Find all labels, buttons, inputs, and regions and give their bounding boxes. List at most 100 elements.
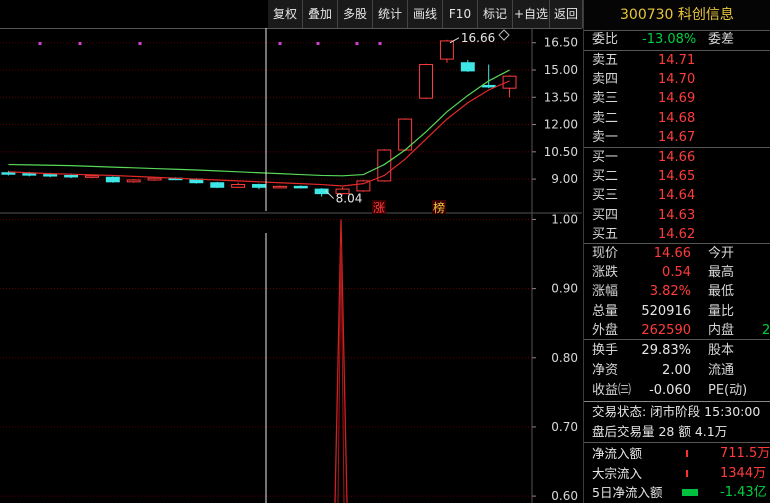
ask-level-row: 卖一 14.67 (584, 128, 770, 147)
stat-label: 净资 (592, 362, 619, 378)
stat-value: 14.66 (653, 246, 691, 261)
price-tick-label: 16.50 (544, 36, 578, 50)
bid-level-label: 买三 (592, 188, 619, 204)
high-price-label: 16.66 (461, 31, 495, 45)
bid-level-label: 买二 (592, 169, 619, 185)
candle (126, 179, 141, 183)
bid-level-price: 14.63 (658, 207, 696, 223)
bid-level-price: 14.65 (658, 169, 696, 185)
ask-level-row: 卖二 14.68 (584, 109, 770, 128)
bid-level-row: 买二 14.65 (584, 167, 770, 186)
mark-button[interactable]: 标记 (478, 0, 513, 28)
stat-label: 现价 (592, 246, 619, 261)
signal-dot (278, 42, 282, 45)
stat-label: 涨跌 (592, 265, 619, 281)
ma-line-red (8, 80, 510, 187)
candle (377, 149, 392, 182)
candle (210, 182, 225, 188)
ask-level-price: 14.70 (658, 72, 696, 88)
fund-flow-label: 净流入额 (592, 446, 643, 461)
kline-chart[interactable]: 16.66 8.04 涨 榜 16.50 15.00 13.50 12.00 10.50 9.0… (0, 28, 582, 503)
candle (147, 177, 162, 181)
candlestick-chart: 16.66 8.04 涨 榜 (1, 28, 517, 503)
event-marker[interactable]: 涨 (373, 200, 385, 215)
ask-level-price: 14.69 (658, 91, 696, 107)
stock-title: 300730 科创信息 (584, 0, 770, 30)
ask-level-price: 14.68 (658, 110, 696, 126)
fund-flow-bar (682, 489, 698, 497)
back-button[interactable]: 返回 (550, 0, 583, 28)
stat-value: 520916 (641, 303, 691, 319)
fuquan-button[interactable]: 复权 (268, 0, 303, 28)
ask-level-label: 卖四 (592, 72, 619, 88)
weibi-row: 委比 -13.08% 委差 (584, 30, 770, 49)
add-watchlist-button[interactable]: +自选 (513, 0, 550, 28)
statistics-button[interactable]: 统计 (373, 0, 408, 28)
stat-row: 总量 520916 量比 (584, 302, 770, 321)
stat-value: 3.82% (649, 284, 691, 300)
candle (84, 175, 99, 178)
candle (439, 40, 454, 60)
diamond-icon[interactable] (498, 29, 510, 41)
candle (272, 185, 287, 189)
multi-stock-button[interactable]: 多股 (338, 0, 373, 28)
stat-row: 换手 29.83% 股本 (584, 341, 770, 360)
indicator-tick-label: 0.60 (551, 489, 578, 503)
stat-row: 现价 14.66 今开 (584, 244, 770, 263)
indicator-line (337, 244, 345, 503)
ask-level-label: 卖二 (592, 110, 619, 126)
fund-flow-row: 净流入额 711.5万 (584, 444, 770, 463)
stat-row: 净资 2.00 流通 (584, 361, 770, 380)
candle (64, 174, 79, 178)
candle (105, 176, 120, 183)
stat-label-secondary: 股本 (708, 343, 735, 358)
price-tick-label: 15.00 (544, 63, 578, 77)
ask-level-label: 卖五 (592, 53, 619, 68)
stat-value: 29.83% (641, 343, 691, 358)
signal-dot (38, 42, 42, 45)
low-price-label: 8.04 (336, 192, 363, 206)
signal-dot (78, 42, 82, 45)
ask-level-label: 卖一 (592, 129, 619, 145)
stat-value: 262590 (641, 322, 691, 338)
candle (460, 62, 475, 72)
candle (22, 173, 37, 176)
candle (252, 184, 266, 188)
ma-line-green (8, 69, 510, 177)
bid-level-label: 买四 (592, 207, 619, 223)
ask-level-price: 14.71 (658, 53, 696, 68)
overlay-button[interactable]: 叠加 (303, 0, 338, 28)
quote-panel: 300730 科创信息 委比 -13.08% 委差 卖五 14.71 卖四 14.70… (583, 0, 770, 503)
low-arrow (325, 190, 334, 199)
candle (419, 64, 434, 99)
bid-level-price: 14.62 (658, 226, 696, 242)
ask-level-row: 卖三 14.69 (584, 89, 770, 108)
bid-level-row: 买四 14.63 (584, 206, 770, 225)
stat-label: 总量 (592, 303, 619, 319)
price-tick-label: 9.00 (551, 172, 578, 186)
event-marker[interactable]: 榜 (433, 200, 445, 215)
fund-flow-row: 大宗流入 1344万 (584, 464, 770, 483)
stat-label-secondary: 量比 (708, 303, 735, 319)
stat-label-secondary: 最高 (708, 265, 735, 281)
draw-line-button[interactable]: 画线 (408, 0, 443, 28)
weicha-label: 委差 (708, 32, 735, 47)
high-arrow (449, 37, 460, 44)
f10-button[interactable]: F10 (443, 0, 478, 28)
signal-dot (316, 42, 320, 45)
candle (43, 174, 58, 177)
fund-flow-value: 1344万 (720, 465, 767, 481)
bid-level-row: 买五 14.62 (584, 225, 770, 244)
fund-flow-row: 5日净流入额 -1.43亿 (584, 483, 770, 502)
candle (293, 185, 308, 189)
after-hours-volume: 盘后交易量 28 额 4.1万 (592, 424, 728, 439)
signal-dot (355, 42, 359, 45)
fund-flow-bar (686, 450, 688, 457)
bid-level-price: 14.66 (658, 150, 696, 165)
bid-level-price: 14.64 (658, 188, 696, 204)
stat-row: 涨幅 3.82% 最低 (584, 282, 770, 301)
stat-value: -0.060 (649, 382, 691, 398)
stat-label: 换手 (592, 343, 619, 358)
candle (1, 172, 16, 175)
stat-value: 0.54 (662, 265, 691, 281)
